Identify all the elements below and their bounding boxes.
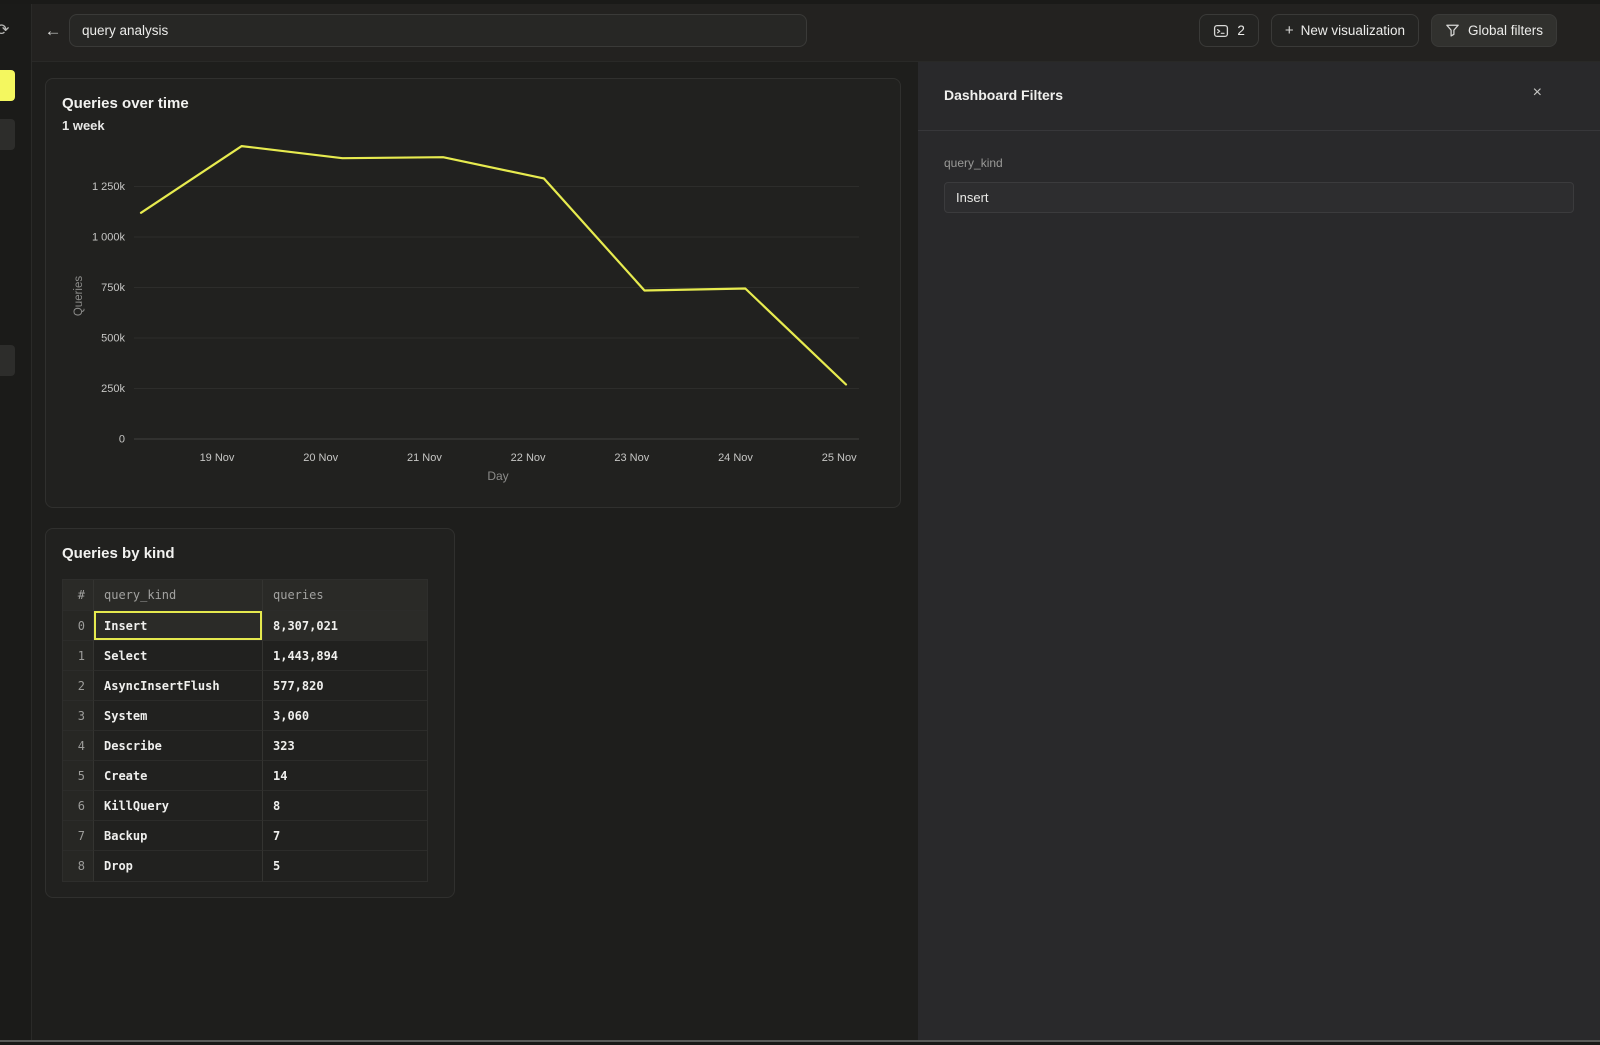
row-index: 0 [63, 611, 93, 641]
queries-count-cell[interactable]: 577,820 [262, 671, 427, 701]
queries-by-kind-card: Queries by kind #query_kindqueries0Inser… [45, 528, 455, 898]
queries-count-cell[interactable]: 14 [262, 761, 427, 791]
back-button[interactable]: ← [40, 18, 66, 44]
query-kind-cell[interactable]: Describe [93, 731, 262, 761]
queries-count-cell[interactable]: 5 [262, 851, 427, 881]
history-icon[interactable]: ⟳ [0, 20, 9, 40]
global-filters-button[interactable]: Global filters [1431, 14, 1557, 47]
col-header-queries: queries [262, 580, 427, 611]
query-kind-cell[interactable]: Backup [93, 821, 262, 851]
queries-over-time-card: Queries over time 1 week 0250k500k750k1 … [45, 78, 901, 508]
filters-panel-title: Dashboard Filters [944, 87, 1063, 103]
query-kind-cell[interactable]: AsyncInsertFlush [93, 671, 262, 701]
plus-icon: + [1285, 22, 1294, 39]
queries-count-cell[interactable]: 3,060 [262, 701, 427, 731]
query-kind-cell[interactable]: Create [93, 761, 262, 791]
table-row: 1Select1,443,894 [63, 641, 427, 671]
table-row: 3System3,060 [63, 701, 427, 731]
col-header-index: # [63, 580, 93, 611]
row-index: 5 [63, 761, 93, 791]
dashboard-title-input[interactable] [69, 14, 807, 47]
query-kind-cell[interactable]: KillQuery [93, 791, 262, 821]
queries-count-cell[interactable]: 8,307,021 [262, 611, 427, 641]
query-kind-cell[interactable]: Insert [93, 611, 262, 641]
table-title: Queries by kind [62, 545, 175, 562]
x-tick-label: 22 Nov [511, 452, 546, 464]
window-top-edge [0, 0, 1600, 4]
global-filters-label: Global filters [1468, 23, 1543, 38]
queries-count-cell[interactable]: 7 [262, 821, 427, 851]
window-bottom-edge [0, 1040, 1600, 1045]
y-tick-label: 250k [101, 383, 125, 395]
sidebar-thumbnail[interactable] [0, 119, 15, 150]
x-tick-label: 25 Nov [822, 452, 857, 464]
filters-panel-header: Dashboard Filters × [918, 62, 1600, 131]
table-row: 5Create14 [63, 761, 427, 791]
queries-count-cell[interactable]: 1,443,894 [262, 641, 427, 671]
x-tick-label: 23 Nov [614, 452, 649, 464]
queries-table: #query_kindqueries0Insert8,307,0211Selec… [62, 579, 428, 882]
pages-sidebar: ⟳ [0, 0, 32, 1045]
topbar-actions: 2 + New visualization Global filters [1199, 14, 1557, 47]
queries-count-cell[interactable]: 323 [262, 731, 427, 761]
y-tick-label: 0 [119, 434, 125, 446]
x-tick-label: 20 Nov [303, 452, 338, 464]
y-tick-label: 1 000k [92, 232, 126, 244]
row-index: 2 [63, 671, 93, 701]
row-index: 7 [63, 821, 93, 851]
visualization-count-button[interactable]: 2 [1199, 14, 1259, 47]
table-row: 6KillQuery8 [63, 791, 427, 821]
topbar: ← 2 + New visualization [32, 0, 1600, 62]
x-tick-label: 24 Nov [718, 452, 753, 464]
chart-title: Queries over time [62, 95, 189, 112]
queries-line-series [141, 146, 846, 384]
filter-funnel-icon [1445, 23, 1460, 38]
filters-panel-body: query_kind [918, 131, 1600, 238]
table-row: 0Insert8,307,021 [63, 611, 427, 641]
dashboard-canvas: Queries over time 1 week 0250k500k750k1 … [32, 62, 918, 1045]
sidebar-thumbnail-active[interactable] [0, 70, 15, 101]
visualization-count: 2 [1237, 23, 1245, 38]
query-kind-cell[interactable]: System [93, 701, 262, 731]
table-row: 7Backup7 [63, 821, 427, 851]
y-tick-label: 750k [101, 282, 125, 294]
row-index: 3 [63, 701, 93, 731]
query-kind-cell[interactable]: Select [93, 641, 262, 671]
visualizations-icon [1213, 23, 1229, 39]
col-header-query-kind: query_kind [93, 580, 262, 611]
table-row: 2AsyncInsertFlush577,820 [63, 671, 427, 701]
close-icon[interactable]: × [1533, 84, 1542, 102]
dashboard-app: ⟳ ← 2 + New visualization [0, 0, 1600, 1045]
row-index: 4 [63, 731, 93, 761]
row-index: 8 [63, 851, 93, 881]
y-tick-label: 1 250k [92, 181, 126, 193]
x-axis-title: Day [487, 469, 508, 483]
y-tick-label: 500k [101, 333, 125, 345]
table-row: 4Describe323 [63, 731, 427, 761]
query-kind-cell[interactable]: Drop [93, 851, 262, 881]
query-kind-filter-input[interactable] [944, 182, 1574, 213]
table-row: 8Drop5 [63, 851, 427, 881]
new-visualization-button[interactable]: + New visualization [1271, 14, 1419, 47]
x-tick-label: 19 Nov [200, 452, 235, 464]
dashboard-filters-panel: Dashboard Filters × query_kind [918, 62, 1600, 1045]
x-tick-label: 21 Nov [407, 452, 442, 464]
new-visualization-label: New visualization [1301, 23, 1405, 38]
row-index: 1 [63, 641, 93, 671]
table-header-row: #query_kindqueries [63, 580, 427, 611]
filter-field-label: query_kind [944, 156, 1574, 170]
row-index: 6 [63, 791, 93, 821]
y-axis-title: Queries [73, 276, 85, 317]
sidebar-thumbnail[interactable] [0, 345, 15, 376]
queries-line-chart: 0 250k 500k 750k 1 000k 1 250k 19 Nov 20 Nov 21 … [46, 131, 900, 507]
queries-count-cell[interactable]: 8 [262, 791, 427, 821]
